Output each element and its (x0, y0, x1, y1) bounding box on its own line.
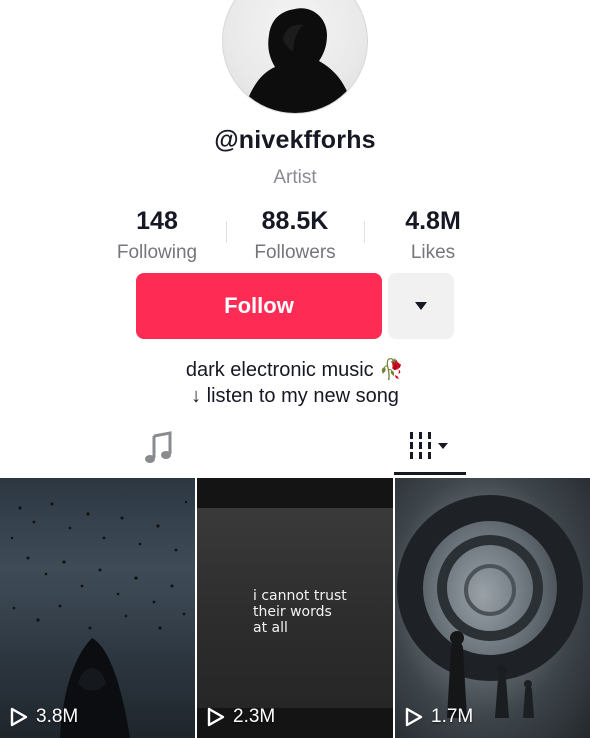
active-tab-indicator (394, 472, 466, 475)
music-note-icon (145, 431, 172, 463)
likes-count: 4.8M (405, 207, 461, 235)
stats-divider (364, 221, 365, 243)
hooded-figure-icon (243, 8, 355, 113)
play-icon (207, 707, 225, 727)
view-count-value: 2.3M (233, 706, 276, 727)
bio-line: ↓ listen to my new song (191, 385, 399, 407)
username: @nivekfforhs (214, 126, 376, 154)
view-count: 3.8M (10, 706, 78, 728)
stats-divider (226, 221, 227, 243)
play-icon (10, 707, 28, 727)
tab-videos[interactable] (396, 430, 458, 464)
grid-icon (410, 432, 448, 459)
profile-category: Artist (273, 167, 317, 188)
video-grid: 3.8M i cannot trust their words at all 2… (0, 478, 590, 738)
bio-line: dark electronic music 🥀 (185, 359, 405, 381)
tab-music[interactable] (140, 428, 180, 468)
video-thumbnail[interactable]: 3.8M (0, 478, 195, 738)
view-count: 2.3M (207, 706, 275, 728)
stat-likes[interactable]: 4.8M Likes (348, 207, 518, 264)
stats-row: 148 Following 88.5K Followers 4.8M Likes (0, 207, 590, 267)
view-count: 1.7M (405, 706, 473, 728)
video-thumbnail[interactable]: 1.7M (395, 478, 590, 738)
caret-down-icon (415, 302, 427, 310)
bio: dark electronic music 🥀 ↓ listen to my n… (0, 357, 590, 409)
thumbnail-art (397, 495, 583, 718)
more-options-button[interactable] (388, 273, 454, 339)
thumbnail-art (10, 500, 188, 738)
likes-label: Likes (410, 242, 456, 263)
view-count-value: 3.8M (36, 706, 79, 727)
play-icon (405, 707, 423, 727)
profile-tabs (0, 420, 590, 476)
view-count-value: 1.7M (431, 706, 474, 727)
follow-button[interactable]: Follow (136, 273, 382, 339)
thumbnail-caption: i cannot trust their words at all (253, 588, 347, 636)
avatar[interactable] (222, 0, 368, 114)
video-thumbnail[interactable]: i cannot trust their words at all 2.3M (197, 478, 393, 738)
